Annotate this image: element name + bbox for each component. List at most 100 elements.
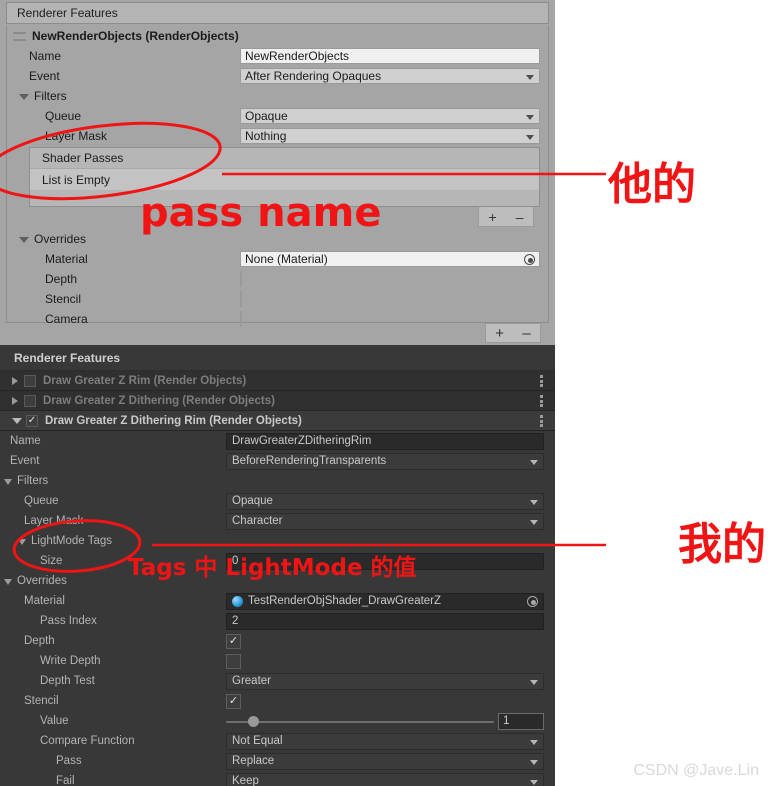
triangle-down-icon[interactable] bbox=[19, 94, 29, 100]
dark-feature-row-0[interactable]: Draw Greater Z Rim (Render Objects) bbox=[0, 371, 555, 391]
dark-feature-2-checkbox[interactable] bbox=[26, 414, 38, 427]
dark-queue-label: Queue bbox=[24, 495, 59, 507]
dark-layer-mask-label: Layer Mask bbox=[24, 515, 84, 527]
dark-filters-label: Filters bbox=[17, 475, 49, 487]
annotation-his: 他的 bbox=[608, 159, 696, 210]
triangle-right-icon[interactable] bbox=[12, 376, 18, 385]
dark-depth-checkbox[interactable] bbox=[226, 633, 241, 649]
dark-depth-test-dropdown[interactable]: Greater bbox=[226, 672, 544, 690]
dark-name-input[interactable]: DrawGreaterZDitheringRim bbox=[226, 432, 544, 450]
dark-feature-0-checkbox[interactable] bbox=[24, 374, 36, 387]
dark-feature-row-2[interactable]: Draw Greater Z Dithering Rim (Render Obj… bbox=[0, 411, 555, 431]
dark-panel-title: Renderer Features bbox=[0, 345, 555, 371]
light-panel-body: NewRenderObjects (RenderObjects) Name Ne… bbox=[6, 26, 549, 327]
feature-menu-icon[interactable] bbox=[540, 375, 543, 387]
light-layer-mask-dropdown[interactable]: Nothing bbox=[240, 128, 540, 144]
slider-track[interactable] bbox=[226, 720, 494, 723]
dark-row-name: Name DrawGreaterZDitheringRim bbox=[0, 431, 555, 451]
light-row-layer-mask: Layer Mask Nothing bbox=[7, 126, 548, 146]
light-material-objectfield[interactable]: None (Material) bbox=[240, 251, 540, 267]
dark-value-number[interactable]: 1 bbox=[498, 712, 544, 730]
light-panel-title: Renderer Features bbox=[17, 6, 118, 20]
dark-row-compare-function: Compare Function Not Equal bbox=[0, 731, 555, 751]
triangle-down-icon[interactable] bbox=[18, 539, 26, 545]
dark-row-stencil: Stencil bbox=[0, 691, 555, 711]
light-filters-label: Filters bbox=[34, 89, 67, 103]
light-stencil-label: Stencil bbox=[45, 292, 82, 306]
dark-lightmode-tags-label: LightMode Tags bbox=[31, 535, 112, 547]
light-queue-label: Queue bbox=[45, 109, 82, 123]
triangle-down-icon[interactable] bbox=[12, 417, 22, 424]
dark-name-label: Name bbox=[10, 435, 41, 447]
shader-passes-addremove: + – bbox=[478, 207, 534, 227]
dark-depth-test-label: Depth Test bbox=[40, 675, 95, 687]
renderer-features-addremove: + – bbox=[485, 323, 541, 343]
dark-material-value: TestRenderObjShader_DrawGreaterZ bbox=[248, 595, 442, 607]
dark-pass-value: Replace bbox=[232, 755, 275, 767]
dark-fail-dropdown[interactable]: Keep bbox=[226, 772, 544, 786]
dark-write-depth-checkbox[interactable] bbox=[226, 653, 241, 669]
dark-pass-index-input[interactable]: 2 bbox=[226, 612, 544, 630]
light-name-label: Name bbox=[29, 49, 62, 63]
dark-row-value: Value 1 bbox=[0, 711, 555, 731]
dark-row-filters[interactable]: Filters bbox=[0, 471, 555, 491]
dark-compare-function-value: Not Equal bbox=[232, 735, 283, 747]
light-material-label: Material bbox=[45, 252, 88, 266]
dark-layer-mask-dropdown[interactable]: Character bbox=[226, 512, 544, 530]
chevron-down-icon bbox=[530, 519, 538, 525]
dark-material-objectfield[interactable]: TestRenderObjShader_DrawGreaterZ bbox=[226, 592, 544, 610]
dark-row-depth: Depth bbox=[0, 631, 555, 651]
dark-feature-0-label: Draw Greater Z Rim (Render Objects) bbox=[43, 374, 247, 387]
dark-event-dropdown[interactable]: BeforeRenderingTransparents bbox=[226, 452, 544, 470]
light-stencil-checkbox[interactable] bbox=[240, 291, 242, 307]
dark-value-slider[interactable]: 1 bbox=[226, 712, 544, 730]
triangle-right-icon[interactable] bbox=[12, 396, 18, 405]
annotation-tags-lightmode: Tags 中 LightMode 的值 bbox=[128, 555, 417, 581]
dark-feature-1-label: Draw Greater Z Dithering (Render Objects… bbox=[43, 394, 275, 407]
drag-handle-icon[interactable] bbox=[13, 31, 26, 41]
light-event-dropdown[interactable]: After Rendering Opaques bbox=[240, 68, 540, 84]
add-shader-pass-button[interactable]: + bbox=[489, 210, 497, 224]
dark-material-label: Material bbox=[24, 595, 65, 607]
dark-compare-function-dropdown[interactable]: Not Equal bbox=[226, 732, 544, 750]
dark-row-pass: Pass Replace bbox=[0, 751, 555, 771]
dark-row-queue: Queue Opaque bbox=[0, 491, 555, 511]
dark-stencil-label: Stencil bbox=[24, 695, 59, 707]
feature-menu-icon[interactable] bbox=[540, 415, 543, 427]
dark-feature-row-1[interactable]: Draw Greater Z Dithering (Render Objects… bbox=[0, 391, 555, 411]
light-feature-header[interactable]: NewRenderObjects (RenderObjects) bbox=[7, 26, 548, 46]
object-picker-icon[interactable] bbox=[527, 596, 538, 607]
light-feature-header-label: NewRenderObjects (RenderObjects) bbox=[32, 29, 239, 43]
light-row-filters[interactable]: Filters bbox=[7, 86, 548, 106]
chevron-down-icon bbox=[526, 115, 534, 120]
annotation-mine: 我的 bbox=[678, 519, 766, 570]
light-row-queue: Queue Opaque bbox=[7, 106, 548, 126]
triangle-down-icon[interactable] bbox=[4, 479, 12, 485]
dark-stencil-checkbox[interactable] bbox=[226, 693, 241, 709]
object-picker-icon[interactable] bbox=[524, 254, 535, 265]
add-feature-button[interactable]: + bbox=[495, 326, 504, 341]
remove-feature-button[interactable]: – bbox=[522, 326, 530, 341]
dark-fail-label: Fail bbox=[56, 775, 75, 786]
light-row-event: Event After Rendering Opaques bbox=[7, 66, 548, 86]
dark-value-label: Value bbox=[40, 715, 69, 727]
dark-feature-1-checkbox[interactable] bbox=[24, 394, 36, 407]
slider-handle[interactable] bbox=[248, 716, 259, 727]
dark-compare-function-label: Compare Function bbox=[40, 735, 135, 747]
annotation-pass-name: pass name bbox=[140, 190, 382, 236]
light-overrides-label: Overrides bbox=[34, 232, 87, 246]
feature-menu-icon[interactable] bbox=[540, 395, 543, 407]
screenshot-root: Renderer Features NewRenderObjects (Rend… bbox=[0, 0, 773, 786]
triangle-down-icon[interactable] bbox=[19, 237, 29, 243]
light-layer-mask-value: Nothing bbox=[245, 129, 287, 143]
light-queue-dropdown[interactable]: Opaque bbox=[240, 108, 540, 124]
dark-pass-dropdown[interactable]: Replace bbox=[226, 752, 544, 770]
light-name-input[interactable]: NewRenderObjects bbox=[240, 48, 540, 64]
light-depth-checkbox[interactable] bbox=[240, 271, 242, 287]
dark-row-layer-mask: Layer Mask Character bbox=[0, 511, 555, 531]
dark-row-material: Material TestRenderObjShader_DrawGreater… bbox=[0, 591, 555, 611]
triangle-down-icon[interactable] bbox=[4, 579, 12, 585]
dark-layer-mask-value: Character bbox=[232, 515, 283, 527]
remove-shader-pass-button[interactable]: – bbox=[516, 210, 524, 224]
dark-queue-dropdown[interactable]: Opaque bbox=[226, 492, 544, 510]
